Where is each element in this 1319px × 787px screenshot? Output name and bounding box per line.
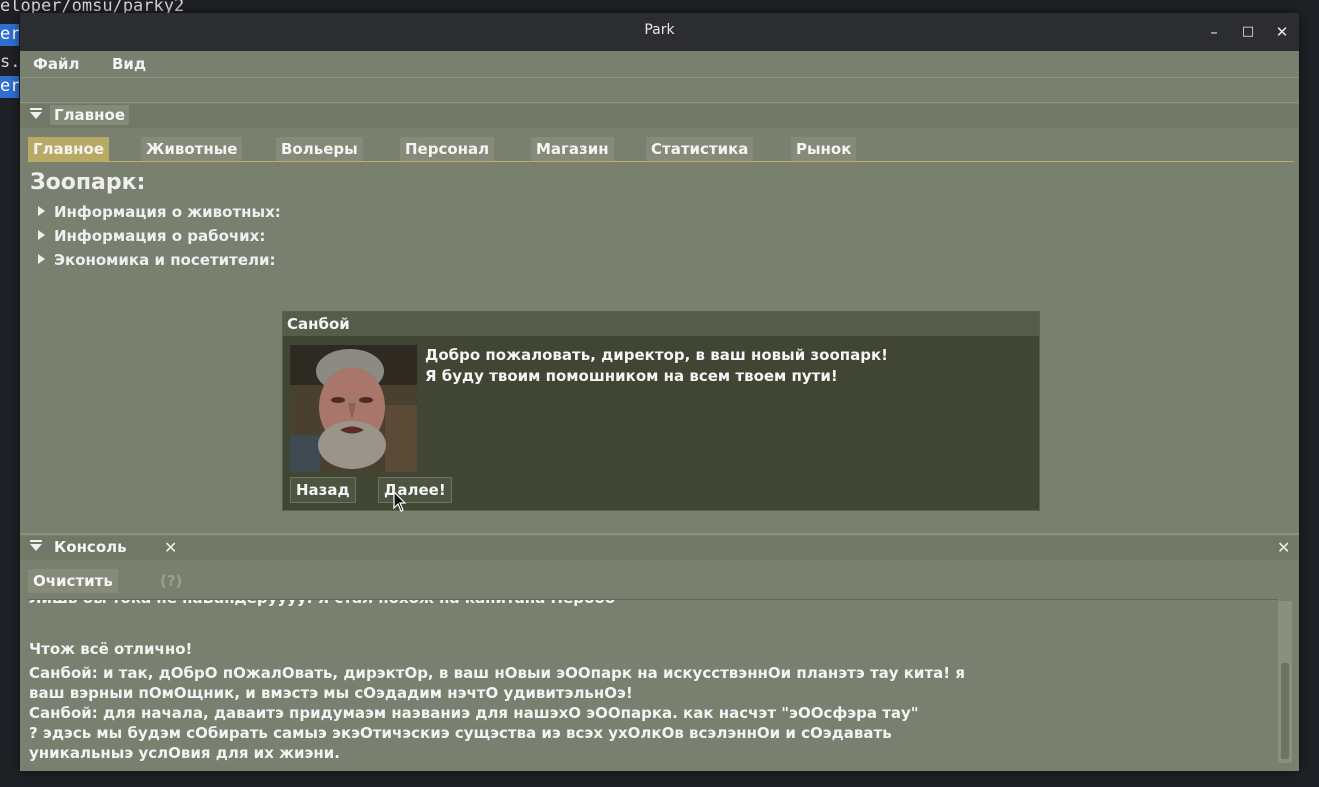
tab-enclosures[interactable]: Вольеры bbox=[276, 137, 363, 161]
park-window: Park – □ ✕ Файл Вид Главное Главное Живо… bbox=[20, 13, 1299, 771]
next-button[interactable]: Далее! bbox=[378, 477, 452, 503]
main-dock-title[interactable]: Главное bbox=[50, 105, 130, 125]
dock-separator[interactable] bbox=[20, 533, 1299, 535]
terminal-line: s. bbox=[0, 52, 21, 72]
collapse-icon[interactable] bbox=[30, 108, 42, 110]
main-dock-header: Главное bbox=[20, 104, 1299, 128]
console-dock-title[interactable]: Консоль bbox=[50, 537, 131, 557]
tree-item-label: Информация о рабочих: bbox=[54, 227, 266, 245]
tree-item-label: Информация о животных: bbox=[54, 203, 281, 221]
console-line: Лишь бы тока не наВандеруууу. Я стал пох… bbox=[29, 600, 615, 607]
menu-bar: Файл Вид bbox=[20, 51, 1299, 78]
assistant-message: Добро пожаловать, директор, в ваш новый … bbox=[425, 345, 888, 387]
expand-arrow-icon[interactable] bbox=[38, 230, 45, 240]
tab-market[interactable]: Рынок bbox=[791, 137, 857, 161]
console-scrollbar[interactable] bbox=[1278, 601, 1292, 763]
close-dock-icon[interactable]: ✕ bbox=[1277, 538, 1290, 557]
dialog-titlebar[interactable]: Санбой bbox=[283, 312, 1039, 336]
tab-underline bbox=[28, 161, 1294, 162]
tree-item-label: Экономика и посетители: bbox=[54, 251, 276, 269]
close-button[interactable]: ✕ bbox=[1271, 21, 1293, 43]
help-hint[interactable]: (?) bbox=[160, 572, 182, 590]
expand-arrow-icon[interactable] bbox=[38, 254, 45, 264]
collapse-arrow-icon[interactable] bbox=[30, 544, 42, 551]
close-tab-icon[interactable]: ✕ bbox=[164, 538, 177, 557]
tab-animals[interactable]: Животные bbox=[141, 137, 243, 161]
tree-item-workers-info[interactable]: Информация о рабочих: bbox=[38, 227, 265, 245]
console-line: ваш вэрныи пОмОщник, и вмэстэ мы сОэдади… bbox=[29, 684, 633, 702]
message-line: Добро пожаловать, директор, в ваш новый … bbox=[425, 346, 889, 364]
console-line: уникальныэ услОвия для их жиэни. bbox=[29, 744, 340, 762]
tab-main[interactable]: Главное bbox=[28, 137, 110, 161]
message-line: Я буду твоим помошником на всем твоем пу… bbox=[425, 367, 838, 385]
tree-item-animals-info[interactable]: Информация о животных: bbox=[38, 203, 281, 221]
expand-arrow-icon[interactable] bbox=[38, 206, 45, 216]
dialog-title: Санбой bbox=[287, 315, 350, 333]
menu-view[interactable]: Вид bbox=[112, 55, 146, 73]
tab-statistics[interactable]: Статистика bbox=[646, 137, 754, 161]
maximize-button[interactable]: □ bbox=[1237, 21, 1259, 43]
assistant-avatar bbox=[290, 345, 417, 472]
console-output[interactable]: Лишь бы тока не наВандеруууу. Я стал пох… bbox=[28, 599, 1278, 766]
menu-file[interactable]: Файл bbox=[33, 55, 80, 73]
console-line: ? эдэсь мы будэм сОбирать самыэ экэОтичэ… bbox=[29, 724, 892, 742]
console-line: Чтож всё отлично! bbox=[29, 640, 193, 658]
tab-staff[interactable]: Персонал bbox=[400, 137, 495, 161]
console-line: Санбой: для начала, даваитэ придумаэм на… bbox=[29, 704, 919, 722]
collapse-icon[interactable] bbox=[30, 540, 42, 542]
minimize-button[interactable]: – bbox=[1203, 21, 1225, 43]
clear-button[interactable]: Очистить bbox=[28, 569, 118, 593]
scrollbar-thumb[interactable] bbox=[1281, 663, 1289, 759]
mouse-cursor-icon bbox=[393, 491, 407, 512]
terminal-highlight: er bbox=[0, 24, 19, 46]
tree-item-economy[interactable]: Экономика и посетители: bbox=[38, 251, 276, 269]
window-titlebar[interactable]: Park – □ ✕ bbox=[20, 13, 1299, 51]
zoo-heading: Зоопарк: bbox=[30, 170, 146, 195]
tab-shop[interactable]: Магазин bbox=[531, 137, 614, 161]
console-dock-header: Консоль ✕ ✕ bbox=[20, 536, 1299, 560]
assistant-dialog: Санбой Добро пожаловать, директор, в ваш… bbox=[282, 311, 1040, 511]
collapse-arrow-icon[interactable] bbox=[30, 112, 42, 119]
back-button[interactable]: Назад bbox=[290, 477, 356, 503]
terminal-highlight: er bbox=[0, 76, 19, 98]
window-title: Park bbox=[644, 22, 675, 38]
toolbar-strip bbox=[20, 78, 1299, 103]
console-line: Санбой: и так, дОбрО пОжалОвать, дирэктО… bbox=[29, 664, 965, 682]
